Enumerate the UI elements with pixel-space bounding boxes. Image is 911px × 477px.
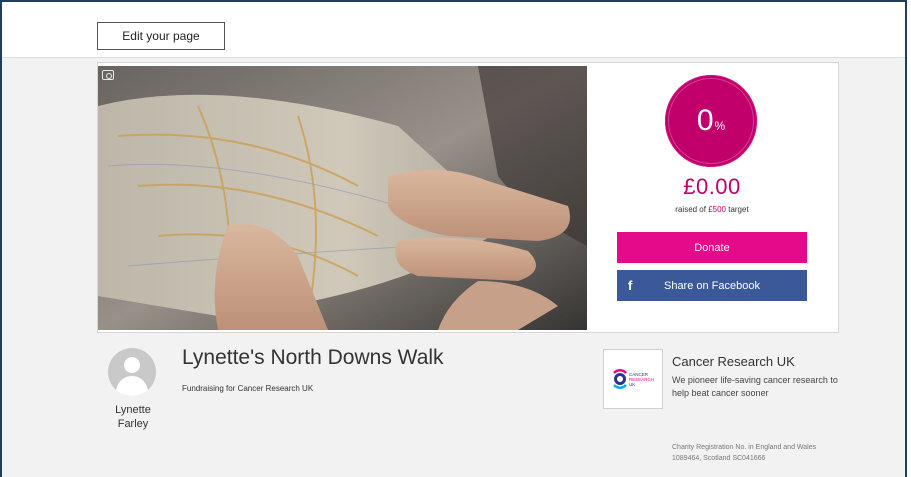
facebook-icon: f [628, 278, 633, 293]
edit-page-label: Edit your page [122, 29, 200, 43]
fundraising-card: 0 % £0.00 raised of £500 target Donate f… [97, 62, 839, 333]
avatar-body [116, 376, 148, 396]
owner-first-name: Lynette [115, 404, 151, 416]
share-facebook-label: Share on Facebook [663, 279, 760, 292]
charity-description: We pioneer life-saving cancer research t… [672, 375, 838, 398]
camera-icon[interactable] [102, 70, 114, 80]
donate-label: Donate [694, 241, 730, 254]
progress-circle: 0 % [665, 75, 757, 167]
user-avatar-icon[interactable] [108, 348, 156, 396]
owner-name[interactable]: Lynette Farley [97, 403, 169, 431]
raised-amount: £0.00 [683, 174, 741, 199]
page-title: Lynette's North Downs Walk [182, 346, 444, 369]
svg-text:UK: UK [629, 382, 635, 387]
raised-suffix: target [726, 205, 749, 214]
donate-button[interactable]: Donate [617, 232, 807, 263]
owner-last-name: Farley [117, 418, 149, 430]
progress-ring [668, 78, 754, 164]
page-subtitle: Fundraising for Cancer Research UK [182, 384, 314, 393]
charity-name[interactable]: Cancer Research UK [672, 354, 795, 369]
edit-page-button[interactable]: Edit your page [97, 22, 225, 50]
raised-prefix: raised of [675, 205, 709, 214]
cover-photo [98, 66, 587, 330]
avatar-head [124, 357, 140, 373]
charity-logo-mark: CANCER RESEARCH UK [613, 369, 654, 389]
map-photo [98, 66, 587, 330]
raised-target-text: raised of £500 target [617, 205, 807, 214]
charity-registration: Charity Registration No. in England and … [672, 444, 817, 462]
share-facebook-button[interactable]: f Share on Facebook [617, 270, 807, 301]
target-amount: £500 [708, 205, 726, 214]
charity-logo[interactable]: CANCER RESEARCH UK [603, 349, 663, 409]
